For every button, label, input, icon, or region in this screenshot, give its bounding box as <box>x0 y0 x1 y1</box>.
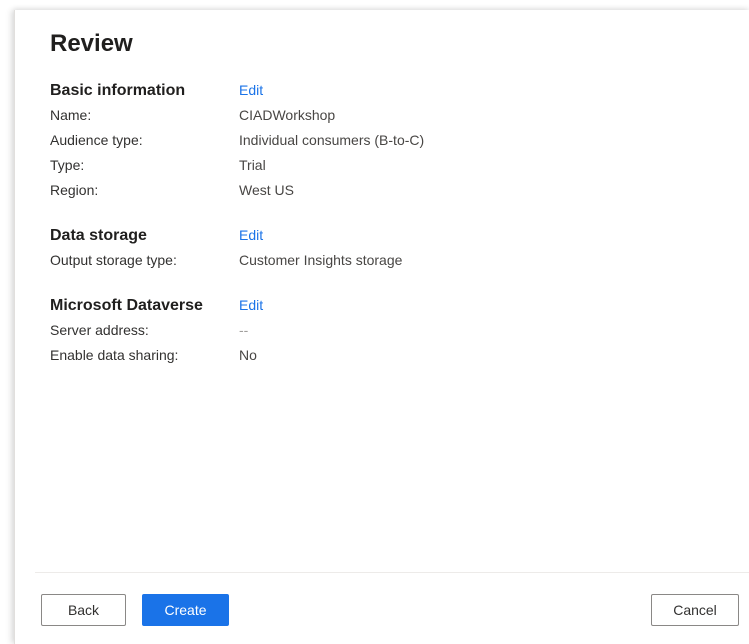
field-label: Output storage type: <box>50 252 177 268</box>
field-row: Region: West US <box>50 182 710 207</box>
field-label: Region: <box>50 182 99 198</box>
field-row: Audience type: Individual consumers (B-t… <box>50 132 710 157</box>
field-label: Server address: <box>50 322 149 338</box>
field-value: West US <box>239 182 294 198</box>
basic-information-section: Basic information Edit Name: CIADWorksho… <box>50 82 710 207</box>
back-button[interactable]: Back <box>41 594 126 626</box>
field-value: -- <box>239 322 249 338</box>
field-value: Individual consumers (B-to-C) <box>239 132 425 148</box>
review-panel: Review Basic information Edit Name: CIAD… <box>14 10 749 644</box>
field-value: CIADWorkshop <box>239 107 336 123</box>
field-row: Enable data sharing: No <box>50 347 710 372</box>
cancel-button[interactable]: Cancel <box>651 594 739 626</box>
footer-divider <box>35 572 749 573</box>
field-value: Customer Insights storage <box>239 252 403 268</box>
field-label: Name: <box>50 107 92 123</box>
field-label: Type: <box>50 157 85 173</box>
edit-data-storage-link[interactable]: Edit <box>239 227 263 243</box>
section-header: Basic information Edit <box>50 82 710 107</box>
section-header: Microsoft Dataverse Edit <box>50 297 710 322</box>
page-title: Review <box>50 30 133 57</box>
field-value: No <box>239 347 257 363</box>
field-row: Name: CIADWorkshop <box>50 107 710 132</box>
section-heading: Microsoft Dataverse <box>50 297 203 314</box>
field-row: Server address: -- <box>50 322 710 347</box>
field-label: Audience type: <box>50 132 143 148</box>
edit-basic-information-link[interactable]: Edit <box>239 82 263 98</box>
field-row: Output storage type: Customer Insights s… <box>50 252 710 277</box>
dataverse-section: Microsoft Dataverse Edit Server address:… <box>50 297 710 372</box>
create-button[interactable]: Create <box>142 594 229 626</box>
section-header: Data storage Edit <box>50 227 710 252</box>
field-row: Type: Trial <box>50 157 710 182</box>
field-label: Enable data sharing: <box>50 347 179 363</box>
field-value: Trial <box>239 157 266 173</box>
edit-dataverse-link[interactable]: Edit <box>239 297 263 313</box>
section-heading: Data storage <box>50 227 147 244</box>
data-storage-section: Data storage Edit Output storage type: C… <box>50 227 710 277</box>
section-heading: Basic information <box>50 82 186 99</box>
